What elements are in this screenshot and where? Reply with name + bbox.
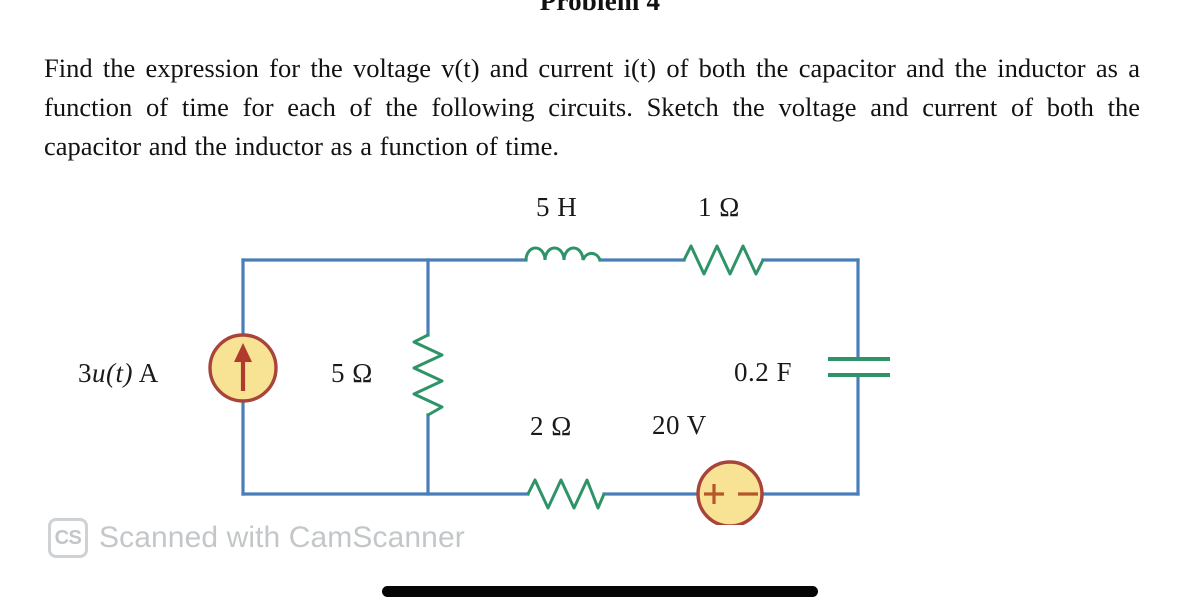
- capacitor-symbol: [828, 357, 890, 377]
- problem-statement-text: Find the expression for the voltage v(t)…: [44, 52, 1140, 161]
- resistor-top-symbol: [682, 244, 765, 276]
- camscanner-logo-text: CS: [54, 527, 82, 549]
- current-source-function: u(t): [92, 358, 133, 388]
- current-source-coefficient: 3: [78, 358, 92, 388]
- current-source-value-label: 3u(t) A: [78, 358, 159, 389]
- camscanner-watermark-text: Scanned with CamScanner: [99, 521, 465, 554]
- inductor-symbol: [524, 246, 602, 262]
- circuit-schematic-svg: [208, 244, 890, 525]
- current-source-unit: A: [132, 358, 159, 388]
- resistor-left-value-label: 5 Ω: [331, 358, 373, 388]
- circuit-diagram: [0, 180, 1000, 525]
- voltage-source-value-label: 20 V: [652, 410, 707, 440]
- page-title: Problem 4: [539, 0, 661, 16]
- home-indicator-bar[interactable]: [382, 586, 818, 597]
- resistor-bottom-symbol: [526, 478, 606, 510]
- inductor-value-label: 5 H: [536, 192, 578, 222]
- camscanner-logo-icon: CS: [48, 518, 88, 558]
- resistor-top-value-label: 1 Ω: [698, 192, 740, 222]
- camscanner-watermark: CS Scanned with CamScanner: [48, 518, 465, 558]
- capacitor-value-label: 0.2 F: [734, 357, 793, 387]
- voltage-source-symbol: [696, 460, 764, 525]
- resistor-left-symbol: [412, 333, 444, 417]
- current-source-symbol: [208, 333, 278, 403]
- resistor-bottom-value-label: 2 Ω: [530, 411, 572, 441]
